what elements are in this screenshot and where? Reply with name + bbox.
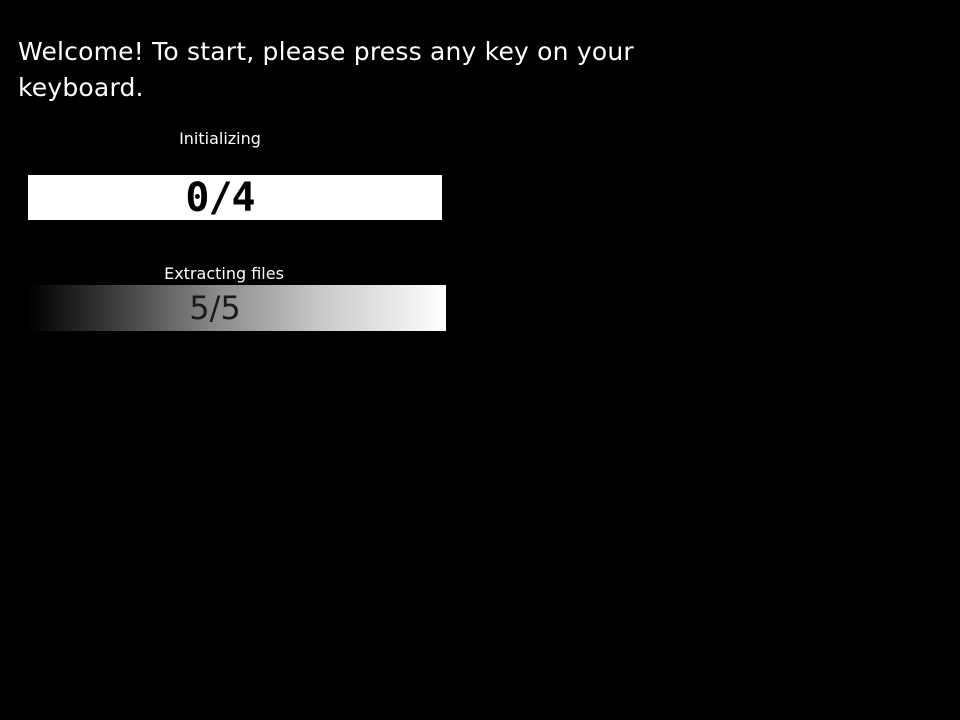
extracting-files-label: Extracting files: [164, 264, 284, 283]
welcome-message: Welcome! To start, please press any key …: [18, 37, 634, 102]
initializing-label: Initializing: [179, 129, 261, 148]
extracting-files-progress-bar: 5/5: [28, 285, 446, 331]
initializing-progress-text: 0/4: [185, 175, 255, 220]
extracting-files-progress-text: 5/5: [189, 289, 241, 327]
initializing-progress-bar: 0/4: [28, 175, 442, 220]
